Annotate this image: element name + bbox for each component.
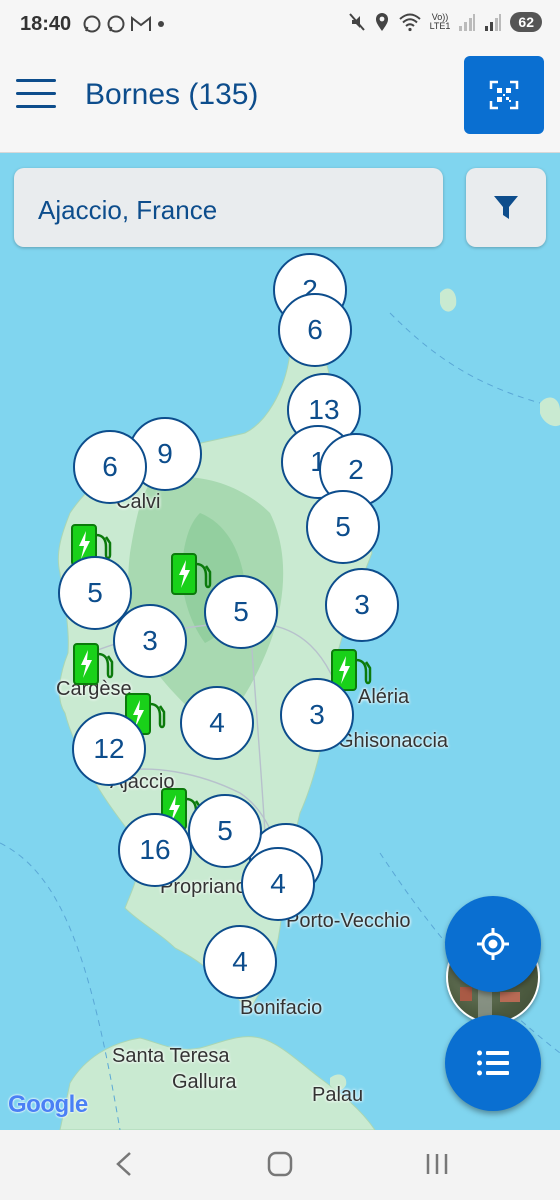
map-cluster-marker[interactable]: 3 [325, 568, 399, 642]
filter-button[interactable] [466, 168, 546, 247]
map-cluster-marker[interactable]: 5 [204, 575, 278, 649]
back-icon[interactable] [112, 1150, 136, 1178]
page-title: Bornes (135) [85, 78, 259, 111]
place-label-santa-teresa: Santa Teresa [112, 1045, 230, 1067]
whatsapp-icon [107, 15, 125, 33]
qr-scan-button[interactable] [464, 56, 544, 134]
place-label-porto-vecchio: Porto-Vecchio [286, 910, 411, 932]
hamburger-menu-icon[interactable] [16, 79, 56, 111]
lte-label: LTE1 [429, 21, 451, 31]
qr-scan-icon [489, 80, 519, 110]
home-icon[interactable] [267, 1150, 293, 1178]
place-label-palau: Palau [312, 1084, 364, 1106]
map-cluster-marker[interactable]: 5 [306, 490, 380, 564]
map-cluster-marker[interactable]: 16 [118, 813, 192, 887]
map-cluster-marker[interactable]: 5 [188, 794, 262, 868]
map-cluster-marker[interactable]: 6 [73, 430, 147, 504]
location-icon [375, 13, 388, 31]
filter-icon [494, 195, 518, 219]
my-location-button[interactable] [445, 896, 541, 992]
place-label-gallura: Gallura [172, 1071, 237, 1093]
charging-station-icon[interactable] [170, 550, 212, 598]
whatsapp-icon [83, 15, 101, 33]
map-view[interactable]: Ajaccio, France Calvi Cargèse Aléria Ghi… [0, 153, 560, 1130]
list-view-icon [477, 1050, 509, 1076]
map-cluster-marker[interactable]: 4 [203, 925, 277, 999]
notification-icons [82, 14, 166, 34]
dot-icon [158, 21, 164, 27]
place-label-ghisonaccia: Ghisonaccia [338, 730, 449, 752]
signal-icon [459, 14, 476, 31]
search-input-value: Ajaccio, France [38, 195, 218, 225]
map-cluster-marker[interactable]: 4 [241, 847, 315, 921]
status-time: 18:40 [20, 13, 72, 35]
gmail-icon [131, 15, 151, 31]
battery-level: 62 [510, 12, 542, 32]
status-bar: 18:40 Vo)) LTE1 62 [0, 0, 560, 52]
wifi-icon [398, 13, 421, 32]
search-input[interactable]: Ajaccio, France [14, 168, 443, 247]
volte-indicator: Vo)) LTE1 [430, 13, 451, 31]
map-cluster-marker[interactable]: 12 [72, 712, 146, 786]
charging-station-icon[interactable] [72, 640, 114, 688]
place-label-bonifacio: Bonifacio [240, 997, 323, 1019]
list-view-button[interactable] [445, 1015, 541, 1111]
map-cluster-marker[interactable]: 3 [113, 604, 187, 678]
system-status-icons: Vo)) LTE1 62 [348, 12, 542, 32]
map-cluster-marker[interactable]: 6 [278, 293, 352, 367]
signal-icon [485, 14, 502, 31]
mute-icon [348, 13, 365, 31]
app-bar: Bornes (135) [0, 52, 560, 153]
map-cluster-marker[interactable]: 3 [280, 678, 354, 752]
map-cluster-marker[interactable]: 4 [180, 686, 254, 760]
recents-icon[interactable] [424, 1150, 450, 1178]
my-location-icon [477, 928, 509, 960]
system-nav-bar [0, 1130, 560, 1200]
google-attribution: Google [8, 1091, 88, 1118]
